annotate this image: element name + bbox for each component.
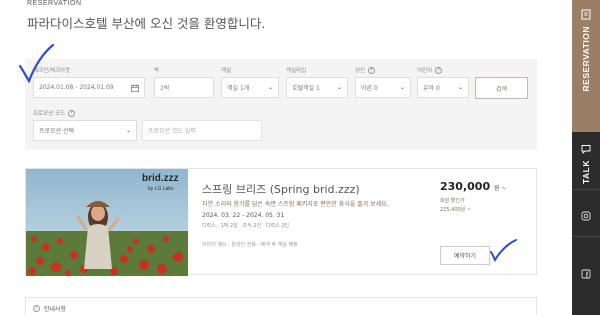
nights-field: 박 1박 bbox=[154, 66, 214, 98]
search-button[interactable]: 검색 bbox=[475, 77, 528, 99]
room-type-field[interactable]: 객실타입 호텔객실 1 ⌄ bbox=[286, 66, 348, 98]
member-price: 225,400원 ~ bbox=[440, 207, 472, 213]
children-label: 어린이 bbox=[417, 68, 433, 74]
chat-icon bbox=[581, 145, 591, 154]
offer-date-range: 2024. 03. 22 - 2024. 05. 31 bbox=[202, 212, 285, 219]
page-title: 파라다이스호텔 부산에 오신 것을 환영합니다. bbox=[27, 16, 266, 31]
promo-code-input[interactable]: 프로모션 코드 입력 bbox=[142, 120, 262, 141]
promo-label-row: 프로모션 코드? bbox=[33, 109, 137, 117]
adults-label-row: 성인? bbox=[355, 66, 411, 74]
children-value: 유아 0 bbox=[423, 85, 440, 92]
adults-label: 성인 bbox=[355, 68, 366, 74]
adults-value: 어른 0 bbox=[361, 85, 378, 92]
eyebrow-label: RESERVATION bbox=[27, 0, 82, 7]
price-unit: 원 ~ bbox=[493, 185, 507, 192]
chevron-down-icon: ⌄ bbox=[457, 84, 463, 91]
notice-title: 안내사항 bbox=[44, 306, 67, 313]
side-quick-menu: RESERVATION TALK bbox=[572, 0, 600, 315]
rooms-field[interactable]: 객실 객실 1개 ⌄ bbox=[221, 66, 279, 98]
info-icon: i bbox=[33, 305, 40, 312]
member-price-label: 회원 할인가 bbox=[440, 198, 465, 204]
children-field[interactable]: 어린이? 유아 0 ⌄ bbox=[417, 66, 469, 98]
promo-select[interactable]: 프로모션 선택 ⌄ bbox=[33, 120, 137, 141]
rooms-label: 객실 bbox=[221, 68, 232, 74]
price-value: 230,000 bbox=[440, 180, 491, 193]
room-type-value: 호텔객실 1 bbox=[292, 85, 320, 92]
book-button[interactable]: 예약하기 bbox=[440, 246, 490, 265]
offer-note: 이미지 예시 · 온라인 전용 · 예약 후 객실 배정 bbox=[202, 242, 298, 248]
facebook-icon[interactable] bbox=[581, 269, 591, 279]
offer-description: 자연 소리와 향기를 담은 숙면 스프링 패키지로 편안한 휴식을 즐겨 보세요… bbox=[202, 201, 389, 208]
promo-field[interactable]: 프로모션 코드? 프로모션 선택 ⌄ bbox=[33, 109, 137, 141]
checkmark-icon bbox=[18, 43, 55, 84]
chevron-down-icon: ⌄ bbox=[125, 127, 131, 134]
children-label-row: 어린이? bbox=[417, 66, 469, 74]
nights-label: 박 bbox=[154, 68, 160, 74]
reservation-icon bbox=[581, 9, 591, 20]
offer-price: 230,000 원 ~ bbox=[440, 180, 506, 193]
rooms-select[interactable]: 객실 1개 ⌄ bbox=[221, 77, 279, 98]
notice-section[interactable]: i 안내사항 bbox=[25, 297, 537, 315]
help-icon[interactable]: ? bbox=[68, 109, 76, 117]
rooms-value: 객실 1개 bbox=[227, 85, 250, 92]
children-select[interactable]: 유아 0 ⌄ bbox=[417, 77, 469, 98]
promo-code-field[interactable]: 프로모션 코드 입력 bbox=[142, 120, 262, 141]
instagram-icon[interactable] bbox=[581, 211, 591, 221]
help-icon[interactable]: ? bbox=[435, 66, 443, 74]
sidebar-item-reservation[interactable]: RESERVATION bbox=[572, 0, 600, 132]
offer-card: brid.zzz by LG Labs 스프링 브리즈 (Spring brid… bbox=[25, 168, 537, 276]
sidebar-item-talk[interactable]: TALK bbox=[572, 133, 600, 190]
promo-value: 프로모션 선택 bbox=[39, 128, 75, 135]
nights-value-box: 1박 bbox=[154, 77, 214, 98]
promo-code-placeholder: 프로모션 코드 입력 bbox=[148, 128, 196, 135]
adults-select[interactable]: 어른 0 ⌄ bbox=[355, 77, 411, 98]
room-type-label: 객실타입 bbox=[286, 68, 307, 74]
checkmark-icon bbox=[490, 239, 517, 263]
nights-value: 1박 bbox=[160, 85, 170, 92]
offer-image[interactable]: brid.zzz by LG Labs bbox=[26, 169, 188, 276]
sidebar-label-reservation: RESERVATION bbox=[581, 26, 591, 92]
sidebar-divider bbox=[572, 236, 600, 237]
brand-sub: by LG Labs bbox=[148, 186, 174, 192]
offer-tags: 디럭스 · 1박 2일 · 조식 2인 · 디럭스 2인 bbox=[202, 223, 289, 229]
notice-header: i 안내사항 bbox=[33, 304, 66, 313]
sidebar-label-talk: TALK bbox=[581, 160, 591, 185]
brand-logo: brid.zzz bbox=[142, 173, 179, 184]
main-content: RESERVATION 파라다이스호텔 부산에 오신 것을 환영합니다. 체크인… bbox=[0, 0, 572, 315]
adults-field[interactable]: 성인? 어른 0 ⌄ bbox=[355, 66, 411, 98]
date-value: 2024.01.08 - 2024.01.09 bbox=[39, 84, 114, 91]
calendar-icon bbox=[131, 84, 139, 92]
reservation-filter-panel: 체크인/체크아웃 2024.01.08 - 2024.01.09 박 1박 객실… bbox=[25, 59, 537, 150]
chevron-down-icon: ⌄ bbox=[399, 84, 405, 91]
help-icon[interactable]: ? bbox=[368, 66, 376, 74]
room-type-select[interactable]: 호텔객실 1 ⌄ bbox=[286, 77, 348, 98]
chevron-down-icon: ⌄ bbox=[336, 84, 342, 91]
promo-label: 프로모션 코드 bbox=[33, 111, 66, 117]
chevron-down-icon: ⌄ bbox=[267, 84, 273, 91]
offer-title[interactable]: 스프링 브리즈 (Spring brid.zzz) bbox=[202, 181, 360, 197]
